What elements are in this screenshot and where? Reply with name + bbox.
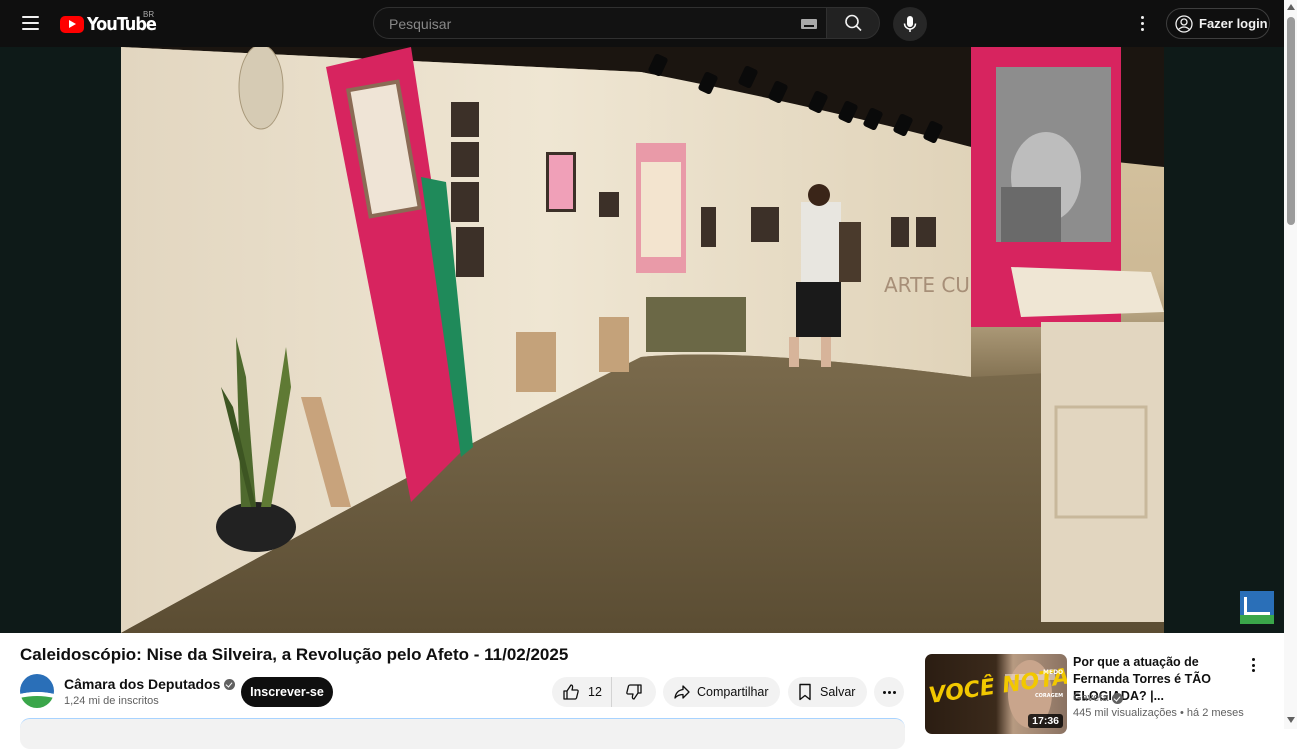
youtube-play-icon <box>60 15 84 33</box>
voice-search-button[interactable] <box>893 7 927 41</box>
channel-name-text: Câmara dos Deputados <box>64 676 221 692</box>
search-button[interactable] <box>826 7 880 39</box>
recommended-channel[interactable]: Gaveta <box>1073 692 1124 704</box>
like-button[interactable]: 12 <box>552 677 612 707</box>
video-player[interactable]: ARTE CURA <box>0 47 1284 633</box>
exhibition-scene: ARTE CURA <box>121 47 1164 633</box>
bookmark-icon <box>799 683 811 701</box>
keyboard-icon[interactable] <box>801 19 817 29</box>
video-frame: ARTE CURA <box>121 47 1164 633</box>
menu-icon[interactable] <box>14 7 46 39</box>
verified-badge-icon <box>1112 692 1124 704</box>
sign-in-button[interactable]: Fazer login <box>1166 8 1270 39</box>
search-icon <box>845 14 862 32</box>
scroll-up-arrow-icon[interactable] <box>1287 4 1295 10</box>
description-box[interactable] <box>20 718 905 749</box>
verified-badge-icon <box>224 678 236 690</box>
sign-in-label: Fazer login <box>1199 16 1268 31</box>
subscribe-button[interactable]: Inscrever-se <box>241 677 333 707</box>
meta-separator: • <box>1180 707 1187 719</box>
thumbs-down-icon <box>626 684 642 700</box>
settings-kebab-icon[interactable] <box>1131 10 1153 36</box>
channel-watermark-logo[interactable] <box>1240 591 1274 624</box>
recommended-video-menu-icon[interactable] <box>1247 656 1259 674</box>
recommended-video-thumbnail[interactable]: VOCÊ NOTA? MEDO CORAGEM 17:36 <box>925 654 1067 734</box>
thumbnail-text-top: MEDO <box>1043 669 1063 676</box>
share-label: Compartilhar <box>697 685 769 699</box>
region-code: BR <box>143 10 155 19</box>
share-icon <box>674 685 690 699</box>
channel-avatar[interactable] <box>20 674 54 708</box>
search-box <box>373 7 826 40</box>
save-button[interactable]: Salvar <box>788 677 867 707</box>
top-bar: YouTube BR Fazer login <box>0 0 1284 47</box>
channel-name[interactable]: Câmara dos Deputados <box>64 676 236 692</box>
share-button[interactable]: Compartilhar <box>663 677 780 707</box>
recommended-channel-name: Gaveta <box>1073 692 1109 704</box>
like-count: 12 <box>588 685 602 699</box>
recommended-video-meta: 445 mil visualizações • há 2 meses <box>1073 707 1244 719</box>
microphone-icon <box>903 16 917 32</box>
video-title: Caleidoscópio: Nise da Silveira, a Revol… <box>20 645 569 664</box>
youtube-logo[interactable]: YouTube BR <box>60 10 157 36</box>
account-icon <box>1175 14 1193 33</box>
scrollbar-thumb[interactable] <box>1287 17 1295 225</box>
page-scrollbar[interactable] <box>1284 0 1297 729</box>
dislike-button[interactable] <box>612 677 656 707</box>
save-label: Salvar <box>820 685 856 699</box>
search-input[interactable] <box>387 8 781 40</box>
recommended-view-count: 445 mil visualizações <box>1073 707 1177 719</box>
scroll-down-arrow-icon[interactable] <box>1287 717 1295 723</box>
thumbs-up-icon <box>563 684 579 700</box>
recommended-age: há 2 meses <box>1186 707 1244 719</box>
subscriber-count: 1,24 mi de inscritos <box>64 695 159 707</box>
video-duration-badge: 17:36 <box>1028 714 1063 728</box>
like-dislike-group: 12 <box>552 677 656 707</box>
more-actions-icon[interactable] <box>874 677 904 707</box>
thumbnail-text-mid: CORAGEM <box>1035 693 1063 699</box>
